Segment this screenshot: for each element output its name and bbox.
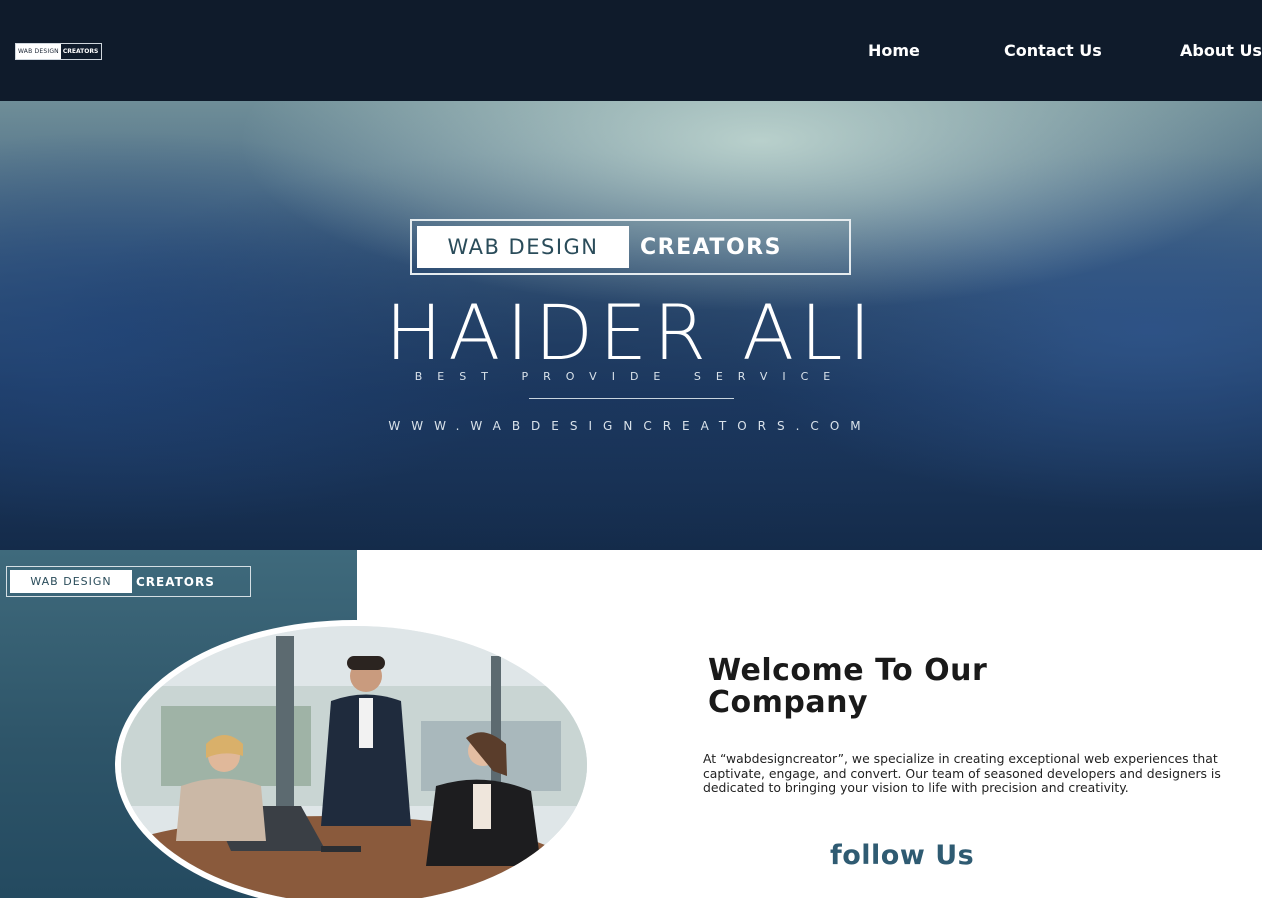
about-logo: WAB DESIGN CREATORS bbox=[6, 566, 251, 597]
nav-link-home[interactable]: Home bbox=[868, 41, 920, 60]
team-photo bbox=[121, 626, 587, 898]
welcome-title-line1: Welcome To Our bbox=[708, 653, 988, 688]
hero-url: WWW.WABDESIGNCREATORS.COM bbox=[388, 419, 872, 433]
hero-banner: WAB DESIGN CREATORS HAIDER ALI BEST PROV… bbox=[0, 101, 1262, 550]
hero-logo: WAB DESIGN CREATORS bbox=[410, 219, 851, 275]
about-logo-part1: WAB DESIGN bbox=[10, 570, 132, 593]
team-photo-illustration bbox=[121, 626, 587, 898]
team-photo-frame bbox=[115, 620, 593, 898]
welcome-description: At “wabdesigncreator”, we specialize in … bbox=[703, 751, 1221, 795]
navbar: WAB DESIGN CREATORS Home Contact Us Abou… bbox=[0, 0, 1262, 101]
nav-logo-part1: WAB DESIGN bbox=[16, 44, 61, 59]
hero-name: HAIDER ALI bbox=[385, 288, 877, 377]
nav-link-contact-us[interactable]: Contact Us bbox=[1004, 41, 1102, 60]
about-logo-part2: CREATORS bbox=[136, 574, 215, 589]
nav-logo[interactable]: WAB DESIGN CREATORS bbox=[15, 43, 103, 60]
hero-logo-part2: CREATORS bbox=[640, 234, 782, 260]
hero-logo-part1: WAB DESIGN bbox=[417, 226, 629, 268]
hero-tagline: BEST PROVIDE SERVICE bbox=[414, 370, 846, 383]
nav-logo-part2: CREATORS bbox=[62, 48, 99, 55]
welcome-title-line2: Company bbox=[708, 685, 869, 720]
welcome-title: Welcome To Our Company bbox=[708, 655, 1188, 719]
hero-divider bbox=[529, 398, 734, 399]
follow-us-heading: follow Us bbox=[830, 840, 975, 871]
nav-link-about-us[interactable]: About Us bbox=[1180, 41, 1262, 60]
